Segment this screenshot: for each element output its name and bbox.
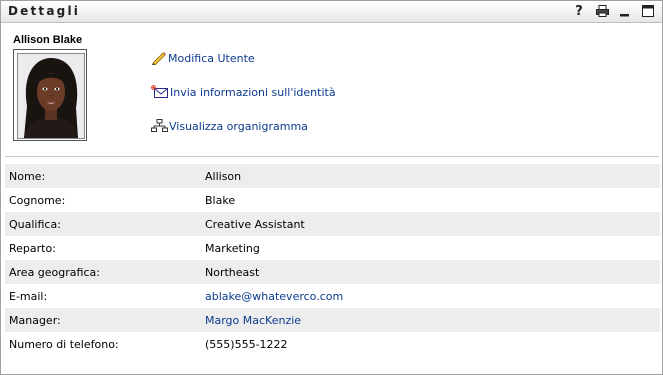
title-label: Qualifica: xyxy=(9,218,61,231)
manager-link[interactable]: Margo MacKenzie xyxy=(205,314,301,327)
org-chart-icon xyxy=(151,119,168,132)
minimize-icon[interactable] xyxy=(618,4,632,18)
send-identity-info-label: Invia informazioni sull'identità xyxy=(170,86,336,99)
table-row: Reparto: Marketing xyxy=(5,236,660,260)
table-row: Cognome: Blake xyxy=(5,188,660,212)
panel-titlebar: Dettagli ? xyxy=(1,1,662,23)
email-label: E-mail: xyxy=(9,290,48,303)
phone-label: Numero di telefono: xyxy=(9,338,119,351)
maximize-icon[interactable] xyxy=(641,4,655,18)
first-name-value: Allison xyxy=(205,170,242,183)
table-row: Qualifica: Creative Assistant xyxy=(5,212,660,236)
title-value: Creative Assistant xyxy=(205,218,305,231)
view-org-chart-link[interactable]: Visualizza organigramma xyxy=(151,119,308,133)
phone-value: (555)555-1222 xyxy=(205,338,288,351)
email-link[interactable]: ablake@whateverco.com xyxy=(205,290,343,303)
edit-user-link[interactable]: Modifica Utente xyxy=(151,51,255,65)
send-identity-info-link[interactable]: Invia informazioni sull'identità xyxy=(151,85,336,99)
avatar xyxy=(17,53,85,139)
first-name-label: Nome: xyxy=(9,170,46,183)
department-label: Reparto: xyxy=(9,242,56,255)
manager-label: Manager: xyxy=(9,314,61,327)
mail-icon xyxy=(151,85,168,98)
region-label: Area geografica: xyxy=(9,266,100,279)
help-icon[interactable]: ? xyxy=(572,4,586,19)
department-value: Marketing xyxy=(205,242,260,255)
last-name-value: Blake xyxy=(205,194,236,207)
details-panel: Dettagli ? Allison Blake Modifica Utente… xyxy=(0,0,663,375)
table-row: Manager: Margo MacKenzie xyxy=(5,308,660,332)
table-row: Numero di telefono: (555)555-1222 xyxy=(5,332,660,356)
pencil-icon xyxy=(152,52,166,65)
user-display-name: Allison Blake xyxy=(13,34,83,46)
table-row: E-mail: ablake@whateverco.com xyxy=(5,284,660,308)
edit-user-label: Modifica Utente xyxy=(168,52,255,65)
panel-title: Dettagli xyxy=(8,4,81,18)
view-org-chart-label: Visualizza organigramma xyxy=(169,120,308,133)
last-name-label: Cognome: xyxy=(9,194,66,207)
details-table: Nome: Allison Cognome: Blake Qualifica: … xyxy=(5,164,660,356)
print-icon[interactable] xyxy=(595,4,609,18)
table-row: Area geografica: Northeast xyxy=(5,260,660,284)
user-photo xyxy=(13,49,87,141)
section-divider xyxy=(5,156,659,157)
table-row: Nome: Allison xyxy=(5,164,660,188)
region-value: Northeast xyxy=(205,266,260,279)
